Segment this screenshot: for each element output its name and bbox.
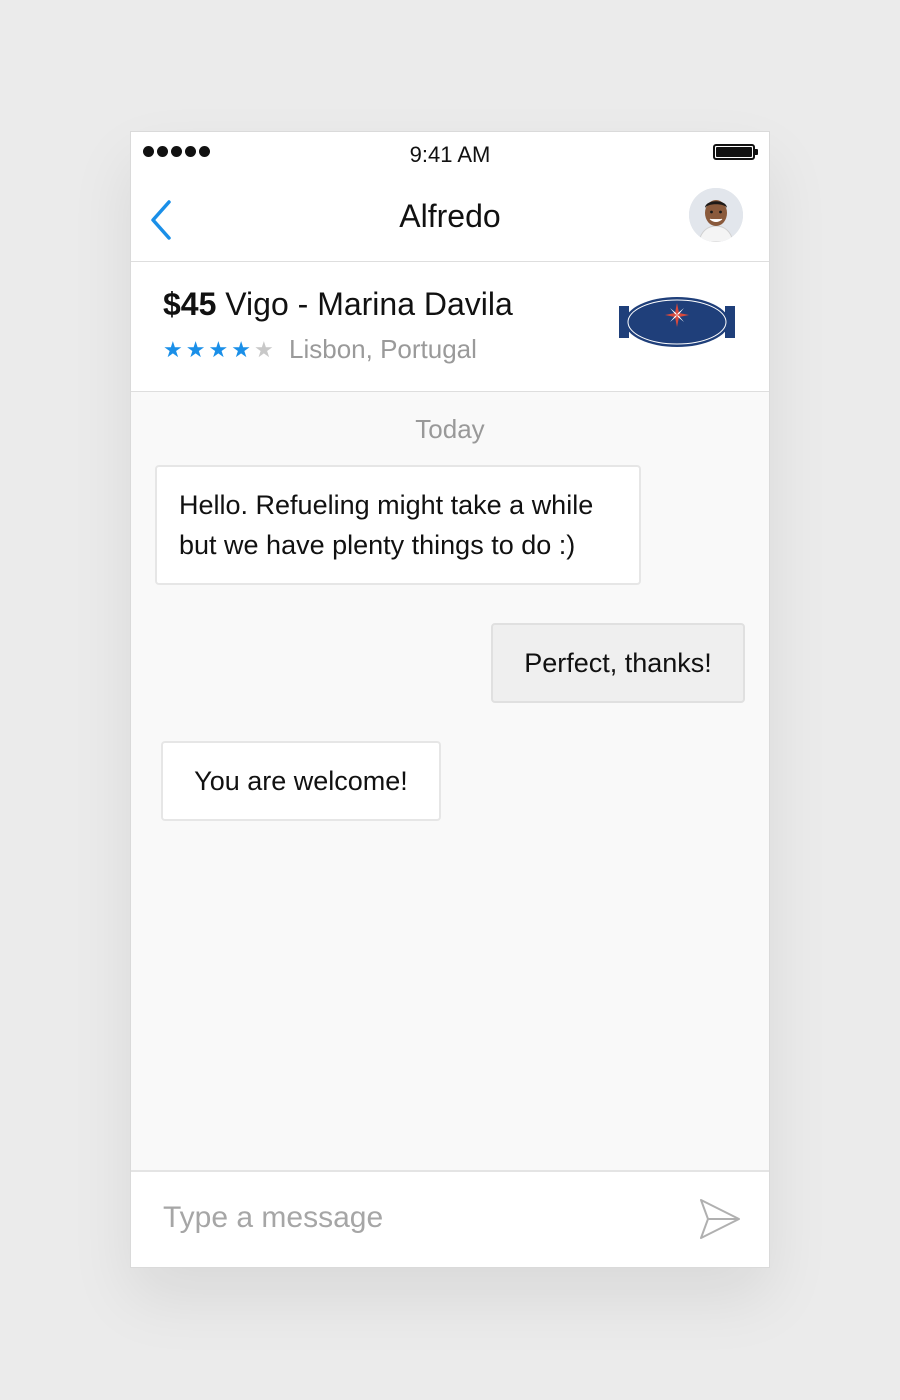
listing-title: $45 Vigo - Marina Davila (163, 286, 513, 323)
message-incoming[interactable]: Hello. Refueling might take a while but … (155, 465, 641, 585)
send-icon (700, 1199, 740, 1239)
marina-logo[interactable] (617, 296, 737, 348)
person-avatar-icon (689, 188, 743, 242)
status-time: 9:41 AM (409, 142, 491, 167)
conversation-title: Alfredo (399, 198, 501, 234)
star-filled-icon: ★ (231, 337, 251, 362)
star-filled-icon: ★ (185, 337, 206, 362)
star-filled-icon: ★ (163, 337, 183, 362)
battery-icon (713, 144, 758, 160)
message-composer (131, 1170, 769, 1267)
message-input[interactable] (161, 1192, 685, 1244)
listing-location: Lisbon, Portugal (289, 334, 477, 364)
rating-stars: ★ ★ ★ ★ ★ (163, 338, 274, 362)
phone-frame: 9:41 AM Alfredo $45 Vigo - Marina Davila… (130, 131, 770, 1268)
marina-logo-icon (619, 297, 735, 347)
listing-header[interactable]: $45 Vigo - Marina Davila ★ ★ ★ ★ ★ Lisbon, P… (131, 262, 769, 392)
star-filled-icon: ★ (208, 337, 229, 362)
message-thread[interactable]: Today Hello. Refueling might take a whil… (131, 392, 769, 1172)
status-bar: 9:41 AM (131, 132, 769, 178)
date-divider: Today (415, 414, 485, 444)
message-incoming[interactable]: You are welcome! (161, 741, 441, 821)
listing-price: $45 (163, 286, 217, 322)
star-empty-icon: ★ (253, 337, 274, 362)
message-outgoing[interactable]: Perfect, thanks! (491, 623, 745, 703)
listing-name: Vigo - Marina Davila (225, 286, 513, 322)
navigation-bar: Alfredo (131, 178, 769, 262)
avatar[interactable] (689, 188, 743, 242)
send-button[interactable] (699, 1198, 741, 1240)
